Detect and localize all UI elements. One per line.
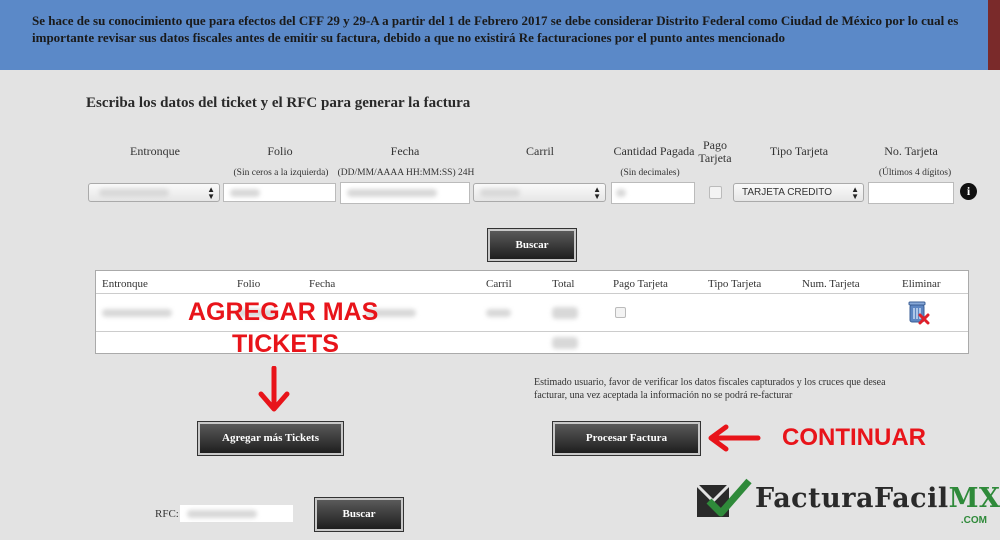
procesar-factura-button[interactable]: Procesar Factura [552, 421, 701, 456]
arrow-down-icon [258, 366, 290, 412]
notice-text: Se hace de su conocimiento que para efec… [32, 13, 959, 45]
header-fecha: Fecha [390, 144, 420, 158]
table-header-tipo-tarjeta: Tipo Tarjeta [708, 278, 762, 290]
verification-note: Estimado usuario, favor de verificar los… [534, 377, 886, 401]
table-divider [96, 331, 968, 332]
row-pago-tarjeta-checkbox[interactable] [615, 307, 626, 318]
folio-input[interactable] [223, 183, 336, 202]
cantidad-redacted-value [616, 189, 626, 197]
rfc-buscar-button[interactable]: Buscar [314, 497, 404, 532]
header-cantidad-pagada: Cantidad Pagada [613, 144, 695, 158]
row-redacted-total [552, 307, 578, 319]
select-arrows-icon: ▲ ▼ [593, 185, 601, 201]
form-title: Escriba los datos del ticket y el RFC pa… [86, 95, 471, 111]
table-header-total: Total [552, 278, 575, 290]
carril-redacted-value [480, 189, 520, 197]
logo-dotcom: .COM [960, 515, 987, 526]
agregar-tickets-button[interactable]: Agregar más Tickets [197, 421, 344, 456]
header-tipo-tarjeta: Tipo Tarjeta [769, 144, 829, 158]
table-total-redacted [552, 337, 578, 349]
fecha-input[interactable] [340, 182, 470, 204]
logo-envelope-check-icon [695, 478, 752, 517]
agregar-callout-line1: AGREGAR MAS [188, 298, 379, 326]
info-icon[interactable]: i [960, 183, 977, 200]
arrow-left-icon [708, 424, 761, 452]
rfc-label: RFC: [155, 508, 179, 520]
pago-tarjeta-checkbox[interactable] [709, 186, 722, 199]
entronque-redacted-value [99, 189, 169, 197]
table-divider [96, 293, 968, 294]
agregar-callout-line2: TICKETS [232, 330, 339, 358]
header-pago-tarjeta: Pago Tarjeta [690, 139, 740, 165]
hint-no-tarjeta: (Últimos 4 dígitos) [878, 168, 952, 178]
fecha-redacted-value [347, 189, 437, 197]
header-entronque: Entronque [130, 144, 180, 158]
logo-wordmark: FacturaFacilMX [755, 483, 1000, 514]
carril-select[interactable]: ▲ ▼ [473, 183, 606, 202]
rfc-redacted-value [187, 510, 257, 518]
delete-trash-icon[interactable] [906, 299, 930, 325]
no-tarjeta-input[interactable] [868, 182, 954, 204]
select-arrows-icon: ▲ ▼ [207, 185, 215, 201]
logo-mx: MX [948, 483, 1000, 514]
header-pago-line2: Tarjeta [698, 151, 732, 165]
header-carril: Carril [526, 144, 554, 158]
table-header-num-tarjeta: Num. Tarjeta [802, 278, 860, 290]
continuar-callout: CONTINUAR [782, 424, 926, 451]
facturafacil-logo: FacturaFacilMX .COM [695, 475, 1000, 540]
notice-banner: Se hace de su conocimiento que para efec… [0, 0, 1000, 70]
tipo-tarjeta-select[interactable]: TARJETA CREDITO ▲ ▼ [733, 183, 864, 202]
hint-cantidad: (Sin decimales) [620, 168, 680, 178]
logo-word: FacturaFacil [755, 483, 949, 514]
header-pago-line1: Pago [703, 138, 727, 152]
hint-folio: (Sin ceros a la izquierda) [233, 168, 329, 178]
table-header-eliminar: Eliminar [902, 278, 941, 290]
tipo-tarjeta-value: TARJETA CREDITO [742, 187, 833, 198]
hint-fecha: (DD/MM/AAAA HH:MM:SS) 24H [337, 168, 475, 178]
table-header-folio: Folio [237, 278, 261, 290]
buscar-ticket-button[interactable]: Buscar [487, 228, 577, 262]
select-arrows-icon: ▲ ▼ [851, 185, 859, 201]
table-header-entronque: Entronque [102, 278, 148, 290]
cantidad-input[interactable] [611, 182, 695, 204]
table-header-fecha: Fecha [309, 278, 336, 290]
rfc-input[interactable] [180, 505, 293, 522]
header-folio: Folio [267, 144, 293, 158]
header-no-tarjeta: No. Tarjeta [884, 144, 938, 158]
table-header-carril: Carril [486, 278, 512, 290]
row-redacted-carril [486, 309, 511, 317]
row-redacted-entronque [102, 309, 172, 317]
entronque-select[interactable]: ▲ ▼ [88, 183, 220, 202]
table-header-pago-tarjeta: Pago Tarjeta [613, 278, 668, 290]
folio-redacted-value [230, 189, 260, 197]
